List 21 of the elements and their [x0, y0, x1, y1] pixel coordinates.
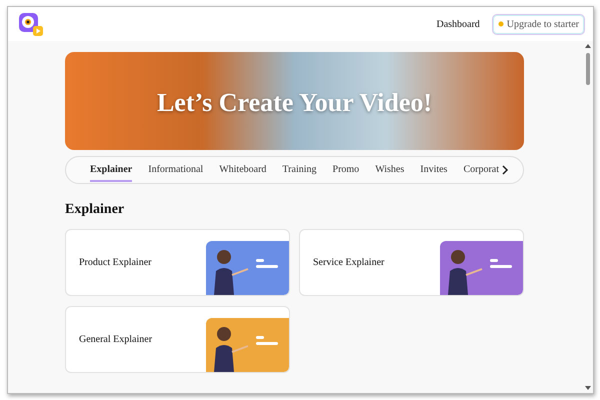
category-tab[interactable]: Promo [332, 158, 360, 182]
logo-icon [18, 11, 44, 37]
category-tab[interactable]: Corporat [463, 158, 499, 182]
banner-title: Let’s Create Your Video! [156, 88, 432, 118]
category-tab[interactable]: Invites [420, 158, 448, 182]
category-tab[interactable]: Explainer [90, 158, 132, 182]
template-card[interactable]: General Explainer [65, 306, 290, 373]
card-title: Product Explainer [79, 257, 152, 268]
category-tab[interactable]: Whiteboard [219, 158, 266, 182]
card-title: Service Explainer [313, 257, 384, 268]
dot-icon [498, 21, 504, 27]
category-tab[interactable]: Wishes [375, 158, 404, 182]
dashboard-link[interactable]: Dashboard [436, 18, 480, 30]
template-card[interactable]: Service Explainer [299, 229, 524, 296]
template-card[interactable]: Product Explainer [65, 229, 290, 296]
card-title: General Explainer [79, 334, 152, 345]
section-title: Explainer [65, 202, 126, 218]
category-tab[interactable]: Informational [148, 158, 204, 182]
upgrade-button[interactable]: Upgrade to starter [492, 14, 585, 34]
chevron-right-icon[interactable] [501, 165, 509, 175]
category-tab[interactable]: Training [282, 158, 317, 182]
